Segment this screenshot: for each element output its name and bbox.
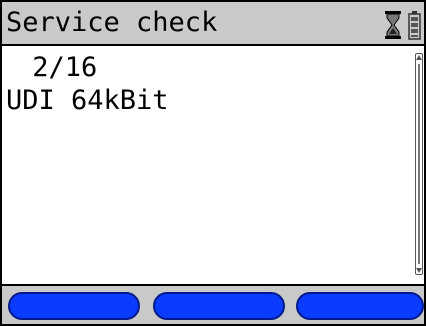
softkey-2[interactable]: [153, 292, 285, 320]
content-area: 2/16 UDI 64kBit: [2, 46, 424, 284]
scroll-up-arrow-icon[interactable]: [416, 55, 422, 60]
counter-text: 2/16: [16, 52, 98, 83]
service-text: UDI 64kBit: [6, 85, 169, 116]
screen-title: Service check: [6, 7, 218, 38]
hourglass-icon: [385, 11, 401, 39]
device-screen: Service check 2/16 UDI 64kBit: [0, 0, 426, 326]
scroll-thumb[interactable]: [418, 64, 420, 264]
scrollbar[interactable]: [415, 53, 423, 275]
title-bar: Service check: [2, 2, 424, 44]
softkey-bar: [2, 286, 424, 324]
softkey-3[interactable]: [296, 292, 424, 320]
battery-icon: [408, 11, 421, 40]
softkey-1[interactable]: [8, 292, 140, 320]
scroll-down-arrow-icon[interactable]: [416, 268, 422, 273]
